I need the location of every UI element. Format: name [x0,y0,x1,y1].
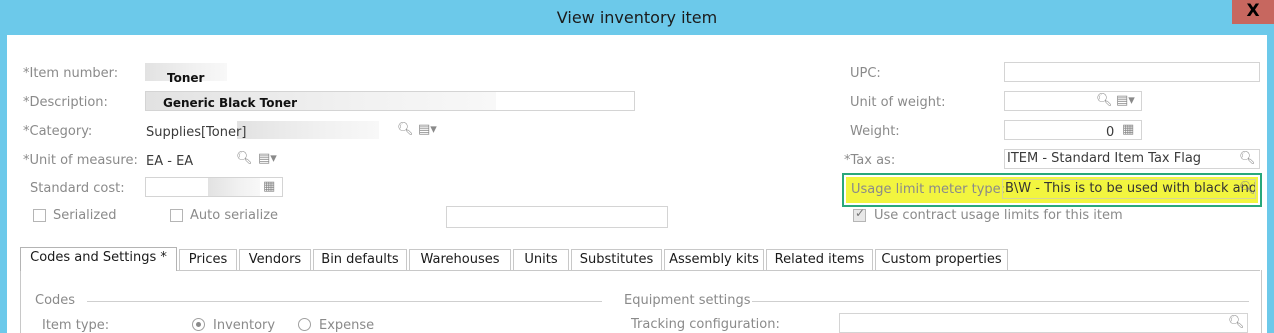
expense-radio[interactable] [298,318,311,331]
usage-limit-label: Usage limit meter type: [851,182,1006,197]
checkmark-icon: ✓ [855,206,866,220]
search-icon[interactable]: 🔍︎ [236,151,253,167]
upc-label: UPC: [850,66,881,81]
tab-codes-and-settings[interactable]: Codes and Settings * [20,247,177,271]
tab-custom-properties[interactable]: Custom properties [875,249,1008,270]
tax-as-label: *Tax as: [844,153,896,168]
codes-section-title: Codes [35,293,76,308]
tab-vendors[interactable]: Vendors [239,249,311,270]
calculator-icon[interactable]: ▦ [1122,122,1134,138]
category-blur [237,121,379,139]
standard-cost-blur [208,178,260,196]
category-value[interactable]: Supplies[Toner] [146,125,246,140]
weight-value: 0 [1106,125,1115,140]
description-label: *Description: [23,95,108,110]
category-menu-icon[interactable]: ▤▾ [418,122,437,138]
search-icon[interactable]: 🔍︎ [1228,315,1245,331]
tab-related-items[interactable]: Related items [766,249,873,270]
window-title: View inventory item [556,8,718,27]
tab-units[interactable]: Units [513,249,569,270]
inventory-radio[interactable] [192,318,205,331]
auto-serialize-checkbox[interactable] [170,209,183,222]
item-type-label: Item type: [42,318,110,333]
equipment-separator [752,301,1249,302]
tab-warehouses[interactable]: Warehouses [409,249,511,270]
codes-separator [87,301,602,302]
description-value: Generic Black Toner [163,96,298,110]
tab-assembly-kits[interactable]: Assembly kits [664,249,764,270]
standard-cost-label: Standard cost: [30,181,125,196]
window-frame-left [0,35,7,333]
tab-prices[interactable]: Prices [179,249,237,270]
weight-unit-menu-icon[interactable]: ▤▾ [1116,93,1135,109]
tracking-configuration-field[interactable] [839,313,1248,333]
search-icon[interactable]: 🔍︎ [1096,93,1113,109]
calculator-icon[interactable]: ▦ [263,179,275,195]
upc-field[interactable] [1004,62,1260,82]
expense-radio-label: Expense [319,318,375,333]
weight-label: Weight: [850,124,900,139]
inventory-radio-label: Inventory [213,318,276,333]
usage-limit-field[interactable]: B\W - This is to be used with black and [1002,179,1256,199]
unit-of-measure-label: *Unit of measure: [23,153,138,168]
unit-of-weight-label: Unit of weight: [850,95,946,110]
auto-serialize-label: Auto serialize [190,208,279,223]
use-contract-limits-label: Use contract usage limits for this item [874,208,1123,223]
category-label: *Category: [23,124,93,139]
tax-as-field[interactable]: ITEM - Standard Item Tax Flag [1004,149,1260,169]
search-icon[interactable]: 🔍︎ [1239,151,1256,167]
uom-menu-icon[interactable]: ▤▾ [258,151,277,167]
search-icon[interactable]: 🔍︎ [1239,181,1256,197]
serialized-checkbox[interactable] [33,209,46,222]
serialized-label: Serialized [53,208,117,223]
unit-of-measure-value[interactable]: EA - EA [146,154,193,169]
item-number-label: *Item number: [23,66,119,81]
close-button[interactable]: X [1232,0,1274,24]
tracking-configuration-label: Tracking configuration: [631,317,780,332]
tab-substitutes[interactable]: Substitutes [571,249,662,270]
item-number-value: Toner [167,71,205,85]
equipment-section-title: Equipment settings [624,293,751,308]
search-icon[interactable]: 🔍︎ [397,122,414,138]
window-frame-right [1267,35,1274,333]
use-contract-limits-checkbox[interactable]: ✓ [853,206,866,222]
window-titlebar: View inventory item X [0,0,1274,35]
tab-bin-defaults[interactable]: Bin defaults [313,249,407,270]
serial-info-field[interactable] [446,206,668,228]
